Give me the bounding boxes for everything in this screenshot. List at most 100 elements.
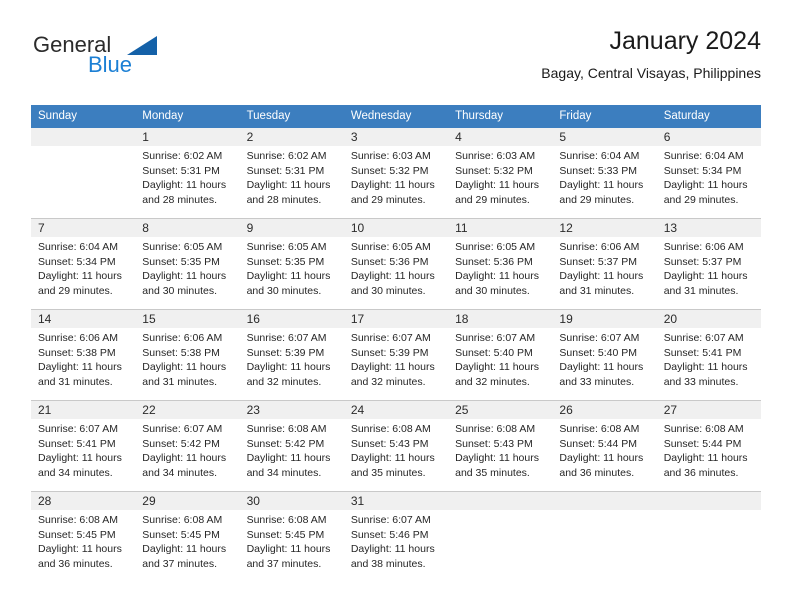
sunset-text: Sunset: 5:40 PM (455, 346, 533, 359)
calendar-day-cell[interactable]: 1 Sunrise: 6:02 AM Sunset: 5:31 PM Daylight… (135, 128, 240, 219)
daylight-text-line2: and 35 minutes. (455, 466, 530, 479)
calendar-day-cell[interactable]: 24 Sunrise: 6:08 AM Sunset: 5:43 PM Dayligh… (343, 400, 449, 492)
calendar-day-cell[interactable]: 19 Sunrise: 6:07 AM Sunset: 5:40 PM Dayligh… (552, 309, 657, 401)
calendar-day-cell[interactable]: 31 Sunrise: 6:07 AM Sunset: 5:46 PM Dayligh… (343, 491, 449, 582)
daylight-text-line1: Daylight: 11 hours (350, 543, 435, 556)
calendar-day-cell[interactable]: 26 Sunrise: 6:08 AM Sunset: 5:44 PM Dayligh… (552, 400, 657, 492)
sunrise-text: Sunrise: 6:05 AM (246, 241, 327, 253)
day-cell-inner: 26 Sunrise: 6:08 AM Sunset: 5:44 PM Dayligh… (552, 401, 657, 491)
calendar-day-cell[interactable]: 14 Sunrise: 6:06 AM Sunset: 5:38 PM Dayligh… (31, 309, 136, 401)
sunset-text: Sunset: 5:46 PM (350, 528, 429, 541)
calendar-day-cell[interactable]: 27 Sunrise: 6:08 AM Sunset: 5:44 PM Dayligh… (656, 400, 761, 492)
page-header: General Blue January 2024 Bagay, Central… (31, 26, 761, 98)
day-details: Sunrise: 6:02 AM Sunset: 5:31 PM Daylight:… (135, 146, 239, 207)
daylight-text-line2: and 37 minutes. (246, 557, 322, 570)
calendar-day-cell[interactable]: 8 Sunrise: 6:05 AM Sunset: 5:35 PM Daylight… (135, 218, 240, 310)
day-details: Sunrise: 6:03 AM Sunset: 5:32 PM Daylight:… (448, 146, 552, 207)
daylight-text-line1: Daylight: 11 hours (246, 179, 331, 192)
calendar-day-cell[interactable]: 3 Sunrise: 6:03 AM Sunset: 5:32 PM Daylight… (343, 128, 449, 219)
day-cell-inner: 29 Sunrise: 6:08 AM Sunset: 5:45 PM Dayligh… (135, 492, 240, 582)
day-number: 1 (135, 128, 240, 146)
day-details: Sunrise: 6:07 AM Sunset: 5:40 PM Daylight:… (552, 328, 656, 389)
day-details (657, 510, 761, 513)
daylight-text-line1: Daylight: 11 hours (350, 270, 435, 283)
calendar-week-row: 7 Sunrise: 6:04 AM Sunset: 5:34 PM Daylight… (31, 218, 761, 310)
daylight-text-line1: Daylight: 11 hours (559, 361, 644, 374)
daylight-text-line1: Daylight: 11 hours (142, 543, 227, 556)
day-number: 23 (239, 401, 344, 419)
daylight-text-line1: Daylight: 11 hours (246, 361, 331, 374)
day-number: 8 (135, 219, 240, 237)
daylight-text-line2: and 28 minutes. (142, 193, 217, 206)
day-number: 9 (239, 219, 344, 237)
day-number: 14 (31, 310, 136, 328)
calendar-day-cell-empty (31, 128, 136, 219)
day-number: 7 (31, 219, 136, 237)
day-cell-inner (552, 492, 657, 582)
calendar-page: General Blue January 2024 Bagay, Central… (0, 0, 792, 612)
day-number: 15 (135, 310, 240, 328)
daylight-text-line1: Daylight: 11 hours (559, 179, 644, 192)
calendar-day-cell[interactable]: 11 Sunrise: 6:05 AM Sunset: 5:36 PM Dayligh… (448, 218, 553, 310)
day-cell-inner: 30 Sunrise: 6:08 AM Sunset: 5:45 PM Dayligh… (239, 492, 344, 582)
daylight-text-line2: and 36 minutes. (38, 557, 113, 570)
sunset-text: Sunset: 5:40 PM (559, 346, 638, 359)
calendar-day-cell[interactable]: 13 Sunrise: 6:06 AM Sunset: 5:37 PM Dayligh… (656, 218, 761, 310)
title-block: January 2024 Bagay, Central Visayas, Phi… (541, 26, 761, 82)
calendar-day-cell[interactable]: 16 Sunrise: 6:07 AM Sunset: 5:39 PM Dayligh… (239, 309, 344, 401)
calendar-day-cell[interactable]: 21 Sunrise: 6:07 AM Sunset: 5:41 PM Dayligh… (31, 400, 136, 492)
sunset-text: Sunset: 5:41 PM (38, 437, 116, 450)
calendar-day-cell[interactable]: 17 Sunrise: 6:07 AM Sunset: 5:39 PM Dayligh… (343, 309, 449, 401)
calendar-day-cell[interactable]: 10 Sunrise: 6:05 AM Sunset: 5:36 PM Dayligh… (343, 218, 449, 310)
calendar-day-cell[interactable]: 28 Sunrise: 6:08 AM Sunset: 5:45 PM Dayligh… (31, 491, 136, 582)
calendar-day-cell[interactable]: 9 Sunrise: 6:05 AM Sunset: 5:35 PM Daylight… (239, 218, 344, 310)
calendar-day-cell[interactable]: 30 Sunrise: 6:08 AM Sunset: 5:45 PM Dayligh… (239, 491, 344, 582)
daylight-text-line1: Daylight: 11 hours (38, 270, 122, 283)
day-details: Sunrise: 6:06 AM Sunset: 5:38 PM Daylight:… (135, 328, 239, 389)
day-details: Sunrise: 6:05 AM Sunset: 5:36 PM Daylight:… (448, 237, 552, 298)
daylight-text-line1: Daylight: 11 hours (246, 543, 331, 556)
daylight-text-line1: Daylight: 11 hours (142, 270, 227, 283)
calendar-day-cell[interactable]: 5 Sunrise: 6:04 AM Sunset: 5:33 PM Daylight… (552, 128, 657, 219)
calendar-day-cell[interactable]: 18 Sunrise: 6:07 AM Sunset: 5:40 PM Dayligh… (448, 309, 553, 401)
daylight-text-line2: and 30 minutes. (246, 284, 322, 297)
daylight-text-line1: Daylight: 11 hours (455, 179, 539, 192)
sunset-text: Sunset: 5:43 PM (350, 437, 429, 450)
sunset-text: Sunset: 5:31 PM (142, 164, 220, 177)
day-number: 17 (343, 310, 449, 328)
sunrise-text: Sunrise: 6:07 AM (663, 332, 744, 344)
sunrise-text: Sunrise: 6:08 AM (38, 514, 118, 526)
calendar-day-cell[interactable]: 12 Sunrise: 6:06 AM Sunset: 5:37 PM Dayligh… (552, 218, 657, 310)
daylight-text-line2: and 38 minutes. (350, 557, 426, 570)
sunset-text: Sunset: 5:41 PM (663, 346, 742, 359)
daylight-text-line2: and 30 minutes. (455, 284, 530, 297)
daylight-text-line2: and 33 minutes. (663, 375, 739, 388)
calendar-day-cell[interactable]: 22 Sunrise: 6:07 AM Sunset: 5:42 PM Dayligh… (135, 400, 240, 492)
page-subtitle: Bagay, Central Visayas, Philippines (541, 65, 761, 81)
day-cell-inner: 28 Sunrise: 6:08 AM Sunset: 5:45 PM Dayligh… (31, 492, 136, 582)
sunrise-text: Sunrise: 6:07 AM (455, 332, 536, 344)
sunrise-sunset-calendar: Sunday Monday Tuesday Wednesday Thursday… (31, 105, 761, 582)
sunrise-text: Sunrise: 6:06 AM (38, 332, 118, 344)
day-number (552, 492, 657, 510)
sunrise-text: Sunrise: 6:05 AM (455, 241, 536, 253)
sunrise-text: Sunrise: 6:05 AM (350, 241, 431, 253)
sunrise-text: Sunrise: 6:07 AM (350, 514, 431, 526)
calendar-day-cell[interactable]: 23 Sunrise: 6:08 AM Sunset: 5:42 PM Dayligh… (239, 400, 344, 492)
daylight-text-line1: Daylight: 11 hours (38, 452, 122, 465)
daylight-text-line2: and 32 minutes. (350, 375, 426, 388)
sunrise-text: Sunrise: 6:07 AM (142, 423, 223, 435)
calendar-day-cell[interactable]: 4 Sunrise: 6:03 AM Sunset: 5:32 PM Daylight… (448, 128, 553, 219)
day-number: 16 (239, 310, 344, 328)
sunrise-text: Sunrise: 6:05 AM (142, 241, 223, 253)
sunset-text: Sunset: 5:42 PM (142, 437, 220, 450)
calendar-day-cell[interactable]: 25 Sunrise: 6:08 AM Sunset: 5:43 PM Dayligh… (448, 400, 553, 492)
calendar-day-cell[interactable]: 7 Sunrise: 6:04 AM Sunset: 5:34 PM Daylight… (31, 218, 136, 310)
calendar-day-cell[interactable]: 2 Sunrise: 6:02 AM Sunset: 5:31 PM Daylight… (239, 128, 344, 219)
sunrise-text: Sunrise: 6:08 AM (246, 514, 327, 526)
calendar-day-cell[interactable]: 20 Sunrise: 6:07 AM Sunset: 5:41 PM Dayligh… (656, 309, 761, 401)
calendar-day-cell[interactable]: 15 Sunrise: 6:06 AM Sunset: 5:38 PM Dayligh… (135, 309, 240, 401)
calendar-day-cell[interactable]: 6 Sunrise: 6:04 AM Sunset: 5:34 PM Daylight… (656, 128, 761, 219)
calendar-day-cell[interactable]: 29 Sunrise: 6:08 AM Sunset: 5:45 PM Dayligh… (135, 491, 240, 582)
day-details: Sunrise: 6:05 AM Sunset: 5:35 PM Daylight:… (135, 237, 239, 298)
